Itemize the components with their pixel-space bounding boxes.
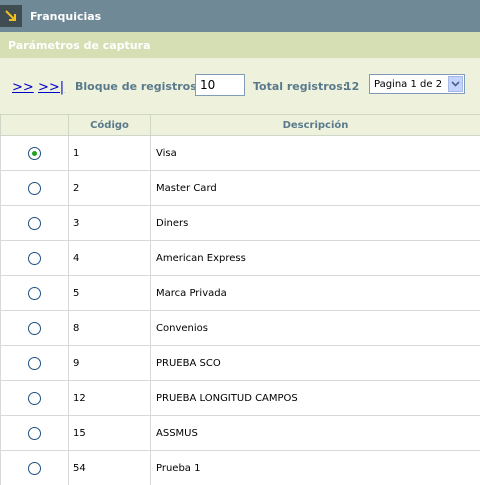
row-select-cell [0,275,69,311]
table-row[interactable]: 15 ASSMUS [0,415,480,451]
row-radio-button[interactable] [28,181,41,195]
row-radio-button[interactable] [28,286,41,300]
corner-arrow-icon [0,5,22,27]
column-header-select [0,114,69,136]
column-header-descripcion[interactable]: Descripción [150,114,480,136]
descripcion-cell: ASSMUS [150,415,480,451]
total-value: 12 [344,80,360,93]
descripcion-cell: PRUEBA LONGITUD CAMPOS [150,380,480,416]
descripcion-cell: Convenios [150,310,480,346]
codigo-cell: 9 [68,345,151,381]
table-header-row: Código Descripción [0,114,480,136]
table-row[interactable]: 2 Master Card [0,170,480,206]
row-select-cell [0,310,69,346]
table-row[interactable]: 9 PRUEBA SCO [0,345,480,381]
codigo-cell: 8 [68,310,151,346]
title-bar: Franquicias [0,0,480,32]
codigo-cell: 5 [68,275,151,311]
descripcion-cell: Marca Privada [150,275,480,311]
codigo-cell: 2 [68,170,151,206]
row-radio-button[interactable] [28,461,41,475]
block-size-input[interactable] [195,74,245,96]
column-header-codigo[interactable]: Código [68,114,151,136]
section-header: Parámetros de captura [0,32,480,58]
table-row[interactable]: 54 Prueba 1 [0,450,480,485]
row-radio-button[interactable] [28,216,41,230]
codigo-cell: 15 [68,415,151,451]
row-select-cell [0,205,69,241]
row-radio-button[interactable] [28,391,41,405]
table-row[interactable]: 1 Visa [0,135,480,171]
table-row[interactable]: 12 PRUEBA LONGITUD CAMPOS [0,380,480,416]
page-title: Franquicias [30,9,102,23]
chevron-down-icon[interactable] [448,76,463,92]
last-page-link[interactable]: >>| [38,80,64,95]
section-title: Parámetros de captura [8,38,151,52]
descripcion-cell: American Express [150,240,480,276]
page-select-value: Pagina 1 de 2 [374,78,443,90]
franchise-table: Código Descripción 1 Visa 2 Master Card 3 Din… [0,114,480,485]
descripcion-cell: Master Card [150,170,480,206]
next-page-link[interactable]: >> [12,80,34,95]
total-label: Total registros: [253,80,348,93]
pagination-controls: >> >>| Bloque de registros: Total regist… [0,58,480,114]
descripcion-cell: Diners [150,205,480,241]
row-select-cell [0,240,69,276]
codigo-cell: 1 [68,135,151,171]
descripcion-cell: Visa [150,135,480,171]
row-radio-button[interactable] [28,321,41,335]
table-row[interactable]: 3 Diners [0,205,480,241]
row-radio-button[interactable] [28,251,41,265]
row-select-cell [0,345,69,381]
row-radio-button[interactable] [28,426,41,440]
codigo-cell: 12 [68,380,151,416]
row-radio-button[interactable] [28,146,41,160]
row-select-cell [0,170,69,206]
table-row[interactable]: 8 Convenios [0,310,480,346]
descripcion-cell: PRUEBA SCO [150,345,480,381]
table-row[interactable]: 5 Marca Privada [0,275,480,311]
codigo-cell: 54 [68,450,151,485]
page-select[interactable]: Pagina 1 de 2 [369,74,465,94]
block-label: Bloque de registros: [75,80,202,93]
row-select-cell [0,450,69,485]
row-radio-button[interactable] [28,356,41,370]
descripcion-cell: Prueba 1 [150,450,480,485]
codigo-cell: 3 [68,205,151,241]
codigo-cell: 4 [68,240,151,276]
row-select-cell [0,135,69,171]
row-select-cell [0,380,69,416]
table-row[interactable]: 4 American Express [0,240,480,276]
row-select-cell [0,415,69,451]
